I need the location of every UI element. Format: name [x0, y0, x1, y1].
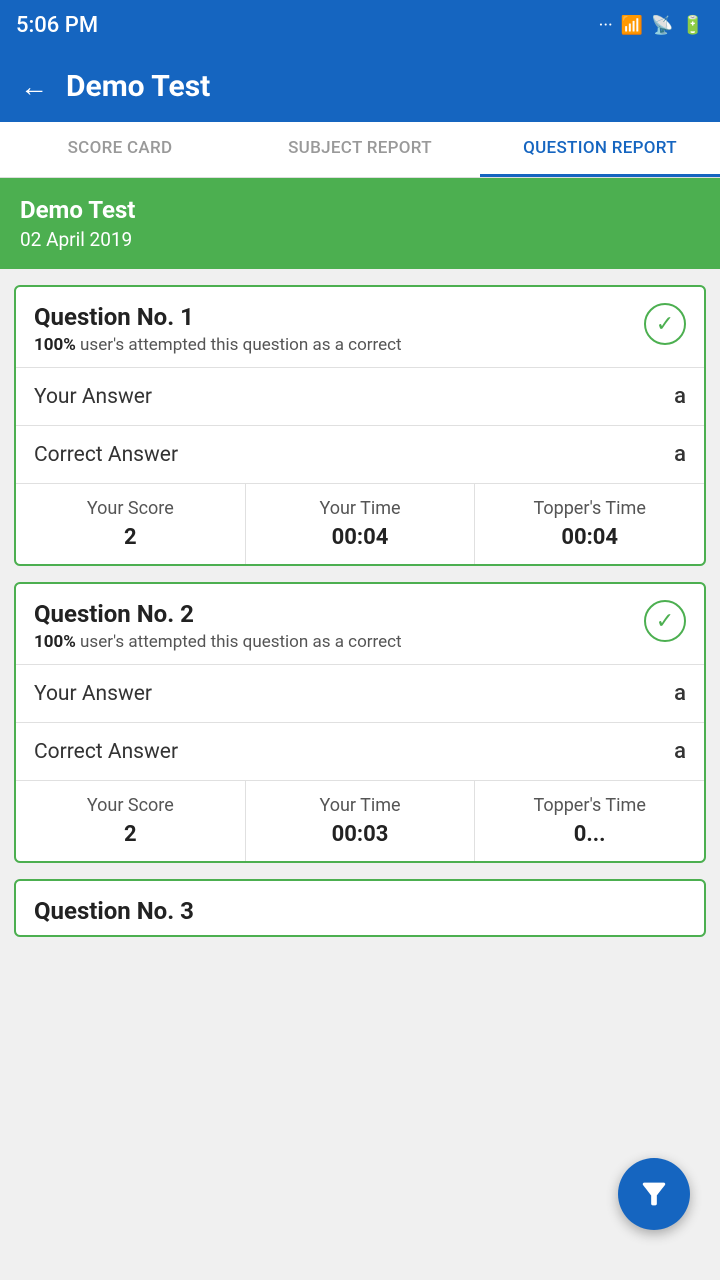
your-answer-label-1: Your Answer	[34, 385, 152, 409]
questions-list: Question No. 1 100% user's attempted thi…	[0, 269, 720, 953]
header-title: Demo Test	[66, 69, 210, 104]
dots-icon: ···	[599, 15, 613, 36]
status-time: 5:06 PM	[16, 13, 98, 38]
banner-test-date: 02 April 2019	[20, 228, 700, 251]
correct-answer-label-1: Correct Answer	[34, 443, 178, 467]
back-button[interactable]: ←	[20, 70, 48, 103]
your-answer-row-2: Your Answer a	[16, 664, 704, 722]
question-2-stat: 100% user's attempted this question as a…	[34, 632, 402, 652]
correct-icon-2: ✓	[644, 600, 686, 642]
status-bar: 5:06 PM ··· 📶 📡 🔋	[0, 0, 720, 50]
question-1-header: Question No. 1 100% user's attempted thi…	[16, 287, 704, 367]
your-score-cell-1: Your Score 2	[16, 484, 246, 564]
question-3-number: Question No. 3	[34, 897, 686, 925]
correct-answer-row-1: Correct Answer a	[16, 425, 704, 483]
your-answer-label-2: Your Answer	[34, 682, 152, 706]
correct-answer-label-2: Correct Answer	[34, 740, 178, 764]
toppers-time-cell-2: Topper's Time 0...	[475, 781, 704, 861]
your-time-cell-1: Your Time 00:04	[246, 484, 476, 564]
wifi-icon: 📡	[651, 15, 673, 36]
tab-score-card[interactable]: SCORE CARD	[0, 122, 240, 177]
question-card-2: Question No. 2 100% user's attempted thi…	[14, 582, 706, 863]
your-answer-row-1: Your Answer a	[16, 367, 704, 425]
question-1-stat: 100% user's attempted this question as a…	[34, 335, 402, 355]
score-row-1: Your Score 2 Your Time 00:04 Topper's Ti…	[16, 483, 704, 564]
your-answer-value-2: a	[674, 681, 686, 706]
question-card-3-partial: Question No. 3	[14, 879, 706, 937]
correct-answer-value-1: a	[674, 442, 686, 467]
status-icons: ··· 📶 📡 🔋	[599, 15, 704, 36]
score-row-2: Your Score 2 Your Time 00:03 Topper's Ti…	[16, 780, 704, 861]
correct-icon-1: ✓	[644, 303, 686, 345]
your-answer-value-1: a	[674, 384, 686, 409]
tab-question-report[interactable]: QUESTION REPORT	[480, 122, 720, 177]
tab-subject-report[interactable]: SUBJECT REPORT	[240, 122, 480, 177]
your-time-cell-2: Your Time 00:03	[246, 781, 476, 861]
your-score-cell-2: Your Score 2	[16, 781, 246, 861]
question-1-number: Question No. 1	[34, 303, 402, 331]
question-2-header: Question No. 2 100% user's attempted thi…	[16, 584, 704, 664]
correct-answer-value-2: a	[674, 739, 686, 764]
question-2-number: Question No. 2	[34, 600, 402, 628]
test-banner: Demo Test 02 April 2019	[0, 178, 720, 269]
tabs-bar: SCORE CARD SUBJECT REPORT QUESTION REPOR…	[0, 122, 720, 178]
signal-icon: 📶	[621, 15, 643, 36]
toppers-time-cell-1: Topper's Time 00:04	[475, 484, 704, 564]
question-card-1: Question No. 1 100% user's attempted thi…	[14, 285, 706, 566]
banner-test-name: Demo Test	[20, 196, 700, 224]
correct-answer-row-2: Correct Answer a	[16, 722, 704, 780]
battery-icon: 🔋	[682, 15, 704, 36]
app-header: ← Demo Test	[0, 50, 720, 122]
filter-fab-button[interactable]	[618, 1158, 690, 1230]
